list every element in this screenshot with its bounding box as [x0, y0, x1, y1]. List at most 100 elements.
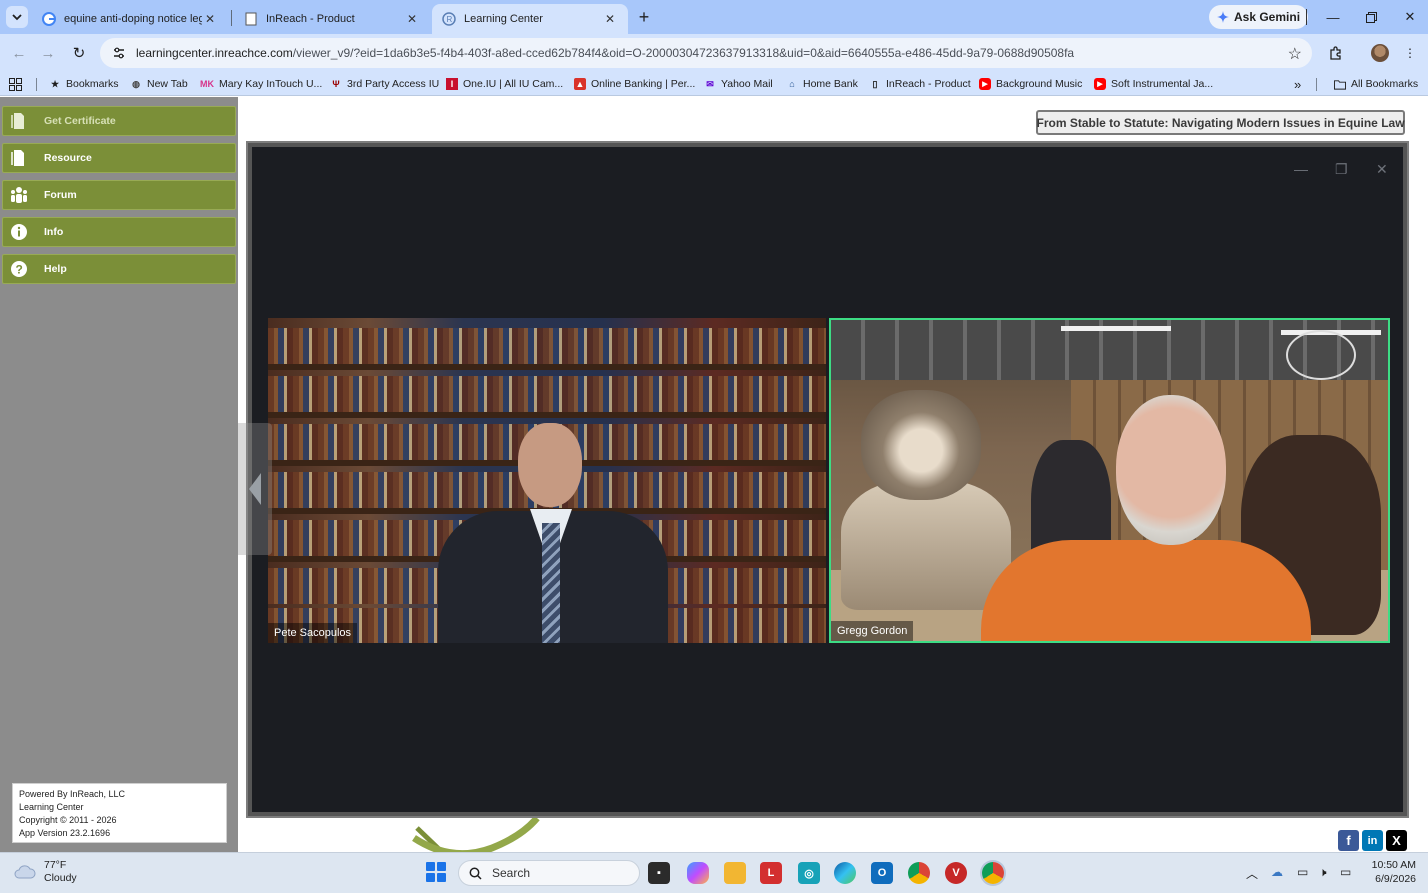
bookmark-online-banking[interactable]: ▲ Online Banking | Per... — [574, 76, 695, 92]
back-button[interactable]: ← — [8, 42, 30, 64]
chrome-icon[interactable] — [908, 862, 930, 884]
more-bookmarks-icon[interactable]: » — [1294, 76, 1301, 92]
cloud-icon — [14, 865, 36, 879]
reload-button[interactable]: ↻ — [68, 42, 90, 64]
bookmark-mary-kay[interactable]: MK Mary Kay InTouch U... — [200, 76, 322, 92]
ceiling-light — [1061, 326, 1171, 331]
minimize-button[interactable]: — — [1323, 8, 1343, 26]
sidebar-item-help[interactable]: ? Help — [2, 254, 236, 284]
extensions-icon[interactable] — [1325, 42, 1347, 64]
sidebar-item-info[interactable]: Info — [2, 217, 236, 247]
bookmark-soft-instrumental[interactable]: ▶ Soft Instrumental Ja... — [1094, 76, 1213, 92]
bookmark-label: One.IU | All IU Cam... — [463, 78, 564, 90]
speaker-figure — [981, 395, 1311, 641]
tab-search-button[interactable] — [6, 6, 28, 28]
bookmark-label: New Tab — [147, 78, 188, 90]
sidebar-collapse-handle[interactable] — [238, 423, 272, 555]
x-share-icon[interactable]: X — [1386, 830, 1407, 851]
app-teal-icon[interactable]: ◎ — [798, 862, 820, 884]
tab-title: InReach - Product — [266, 13, 355, 25]
youtube-icon: ▶ — [979, 78, 991, 90]
ask-gemini-label: Ask Gemini — [1234, 10, 1301, 24]
volume-muted-icon[interactable]: 🕨 — [1319, 865, 1327, 880]
bookmark-home-bank[interactable]: ⌂ Home Bank — [786, 76, 858, 92]
address-bar[interactable]: learningcenter.inreachce.com/viewer_v9/?… — [100, 38, 1312, 68]
bookmark-label: 3rd Party Access IU — [347, 78, 440, 90]
windows-start-button[interactable] — [426, 862, 446, 882]
all-bookmarks[interactable]: All Bookmarks — [1334, 76, 1418, 92]
bookmark-inreach-product[interactable]: ▯ InReach - Product — [869, 76, 971, 92]
search-placeholder: Search — [492, 866, 531, 880]
page-icon — [244, 12, 258, 26]
video-player[interactable]: — ❐ ✕ Pete Sacopulos Gregg Gordon — [252, 147, 1403, 812]
vivaldi-icon[interactable]: V — [945, 862, 967, 884]
bookmark-3rd-party-iu[interactable]: Ψ 3rd Party Access IU — [330, 76, 439, 92]
player-minimize-icon[interactable]: — — [1294, 161, 1308, 177]
copilot-icon[interactable] — [687, 862, 709, 884]
task-view-icon[interactable]: ▪ — [648, 862, 670, 884]
chevron-left-icon — [249, 473, 261, 505]
tab-equine-search[interactable]: equine anti-doping notice legal ✕ — [32, 4, 228, 34]
bookmark-label: InReach - Product — [886, 78, 971, 90]
close-icon[interactable]: ✕ — [602, 11, 618, 27]
video-player-frame: — ❐ ✕ Pete Sacopulos Gregg Gordon — [246, 141, 1409, 818]
network-icon[interactable]: ▭ — [1297, 865, 1308, 879]
facebook-share-icon[interactable]: f — [1338, 830, 1359, 851]
tab-learning-center[interactable]: R Learning Center ✕ — [432, 4, 628, 34]
bookmark-bookmarks[interactable]: ★ Bookmarks — [49, 76, 119, 92]
sidebar-item-forum[interactable]: Forum — [2, 180, 236, 210]
certificate-icon — [9, 111, 29, 131]
info-icon — [9, 222, 29, 242]
restore-button[interactable] — [1361, 8, 1381, 26]
menu-kebab-icon[interactable]: ⋮ — [1399, 42, 1421, 64]
bookmark-yahoo-mail[interactable]: ✉ Yahoo Mail — [704, 76, 773, 92]
bookmarks-divider — [36, 78, 37, 91]
site-info-icon[interactable] — [110, 44, 128, 62]
tab-inreach-product[interactable]: InReach - Product ✕ — [234, 4, 430, 34]
taskbar-search[interactable]: Search — [458, 860, 640, 886]
sidebar-item-resource[interactable]: Resource — [2, 143, 236, 173]
clock-time: 10:50 AM — [1371, 859, 1416, 871]
bookmarks-bar: ★ Bookmarks ◍ New Tab MK Mary Kay InTouch U… — [0, 72, 1428, 96]
outlook-icon[interactable]: O — [871, 862, 893, 884]
tray-overflow-icon[interactable]: ︿ — [1246, 865, 1258, 882]
bookmark-label: Mary Kay InTouch U... — [219, 78, 323, 90]
linkedin-share-icon[interactable]: in — [1362, 830, 1383, 851]
sidebar-item-label: Forum — [44, 189, 77, 201]
folder-icon — [1334, 78, 1346, 90]
forward-button[interactable]: → — [37, 42, 59, 64]
google-icon — [42, 12, 56, 26]
tie — [542, 523, 560, 643]
page-icon: ▯ — [872, 78, 878, 89]
apps-grid-icon[interactable] — [9, 76, 22, 92]
battery-icon[interactable]: ▭ — [1340, 865, 1351, 879]
close-icon[interactable]: ✕ — [202, 11, 218, 27]
ask-gemini-button[interactable]: Ask Gemini — [1209, 5, 1309, 29]
people-icon — [9, 185, 29, 205]
taskbar-clock[interactable]: 10:50 AM 6/9/2026 — [1364, 858, 1416, 886]
player-close-icon[interactable]: ✕ — [1376, 161, 1388, 178]
close-window-button[interactable]: ✕ — [1400, 8, 1420, 26]
page-scrollbar[interactable] — [1419, 97, 1428, 852]
sidebar-item-label: Get Certificate — [44, 115, 116, 127]
edge-icon[interactable] — [834, 862, 856, 884]
player-restore-icon[interactable]: ❐ — [1335, 161, 1348, 178]
file-explorer-icon[interactable] — [724, 862, 746, 884]
participant-name-tag: Gregg Gordon — [831, 621, 914, 641]
svg-text:R: R — [447, 15, 453, 24]
youtube-icon: ▶ — [1094, 78, 1106, 90]
chrome-profile-icon[interactable] — [982, 862, 1004, 884]
close-icon[interactable]: ✕ — [404, 11, 420, 27]
sidebar-item-get-certificate[interactable]: Get Certificate — [2, 106, 236, 136]
powered-by-line: Powered By InReach, LLC — [19, 789, 126, 799]
profile-avatar[interactable] — [1369, 42, 1391, 64]
weather-widget[interactable]: 77°F Cloudy — [14, 859, 77, 885]
bookmark-one-iu[interactable]: I One.IU | All IU Cam... — [446, 76, 563, 92]
bookmark-star-icon[interactable]: ☆ — [1288, 44, 1302, 64]
bookmark-label: Soft Instrumental Ja... — [1111, 78, 1214, 90]
bookmark-new-tab[interactable]: ◍ New Tab — [130, 76, 188, 92]
new-tab-button[interactable]: + — [633, 6, 655, 28]
bookmark-background-music[interactable]: ▶ Background Music — [979, 76, 1082, 92]
onedrive-icon[interactable]: ☁ — [1271, 865, 1283, 879]
lastpass-icon[interactable]: L — [760, 862, 782, 884]
